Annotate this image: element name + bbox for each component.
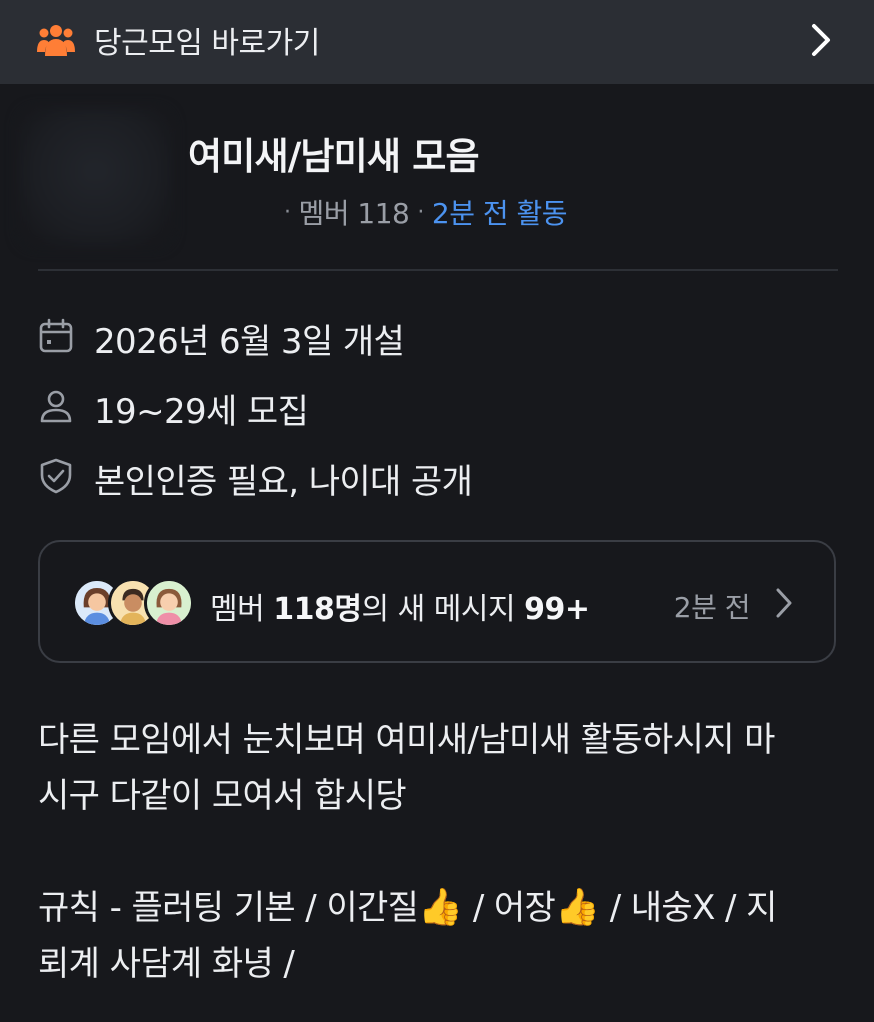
join-requirements: 본인인증 필요, 나이대 공개: [94, 462, 473, 502]
description-line: 다른 모임에서 눈치보며 여미새/남미새 활동하시지 마: [38, 720, 775, 760]
description-line: 뢰계 사담계 화녕 /: [38, 944, 295, 984]
rules-text: / 내숭X / 지: [599, 888, 778, 928]
thumbs-up-emoji: 👍: [418, 887, 463, 928]
member-count-bold: 118명: [273, 592, 362, 627]
info-age: 19~29세 모집: [38, 388, 309, 432]
info-requirements: 본인인증 필요, 나이대 공개: [38, 458, 473, 502]
description-rules-line: 규칙 - 플러팅 기본 / 이간질👍 / 어장👍 / 내숭X / 지: [38, 880, 838, 936]
chevron-right-icon: [776, 588, 792, 618]
last-active: 2분 전 활동: [431, 197, 568, 230]
founded-date: 2026년 6월 3일 개설: [94, 322, 405, 362]
member-count: 멤버 118: [298, 197, 410, 230]
meta-separator: ·: [284, 199, 291, 225]
chat-prefix: 멤버: [210, 592, 274, 627]
calendar-icon: [39, 318, 73, 353]
avatar: [144, 578, 194, 628]
chevron-right-icon[interactable]: [808, 22, 834, 58]
thumbs-up-emoji: 👍: [555, 887, 600, 928]
group-meta: · 멤버 118 · 2분 전 활동: [276, 192, 568, 232]
info-founded: 2026년 6월 3일 개설: [38, 318, 405, 362]
group-shortcut-bar[interactable]: 당근모임 바로가기: [0, 0, 874, 84]
group-people-icon: [37, 25, 75, 56]
group-shortcut-label: 당근모임 바로가기: [94, 26, 320, 61]
age-range: 19~29세 모집: [94, 392, 309, 432]
divider: [38, 269, 838, 271]
group-thumbnail[interactable]: [18, 108, 173, 248]
rules-text: / 어장: [462, 888, 556, 928]
person-icon: [40, 390, 72, 423]
group-chat-card[interactable]: 멤버 118명의 새 메시지 99+ 2분 전: [38, 540, 836, 663]
meta-separator: ·: [417, 199, 424, 225]
shield-check-icon: [40, 458, 72, 494]
unread-count: 99+: [524, 592, 590, 627]
member-avatars: [72, 578, 194, 630]
rules-text: 규칙 - 플러팅 기본 / 이간질: [38, 888, 419, 928]
chat-middle: 의 새 메시지: [361, 592, 525, 627]
group-title: 여미새/남미새 모음: [188, 135, 480, 178]
group-description: 다른 모임에서 눈치보며 여미새/남미새 활동하시지 마 시구 다같이 모여서 …: [38, 712, 838, 992]
new-message-summary: 멤버 118명의 새 메시지 99+: [210, 584, 590, 628]
description-line: 시구 다같이 모여서 합시당: [38, 776, 407, 816]
chat-time: 2분 전: [673, 591, 751, 624]
